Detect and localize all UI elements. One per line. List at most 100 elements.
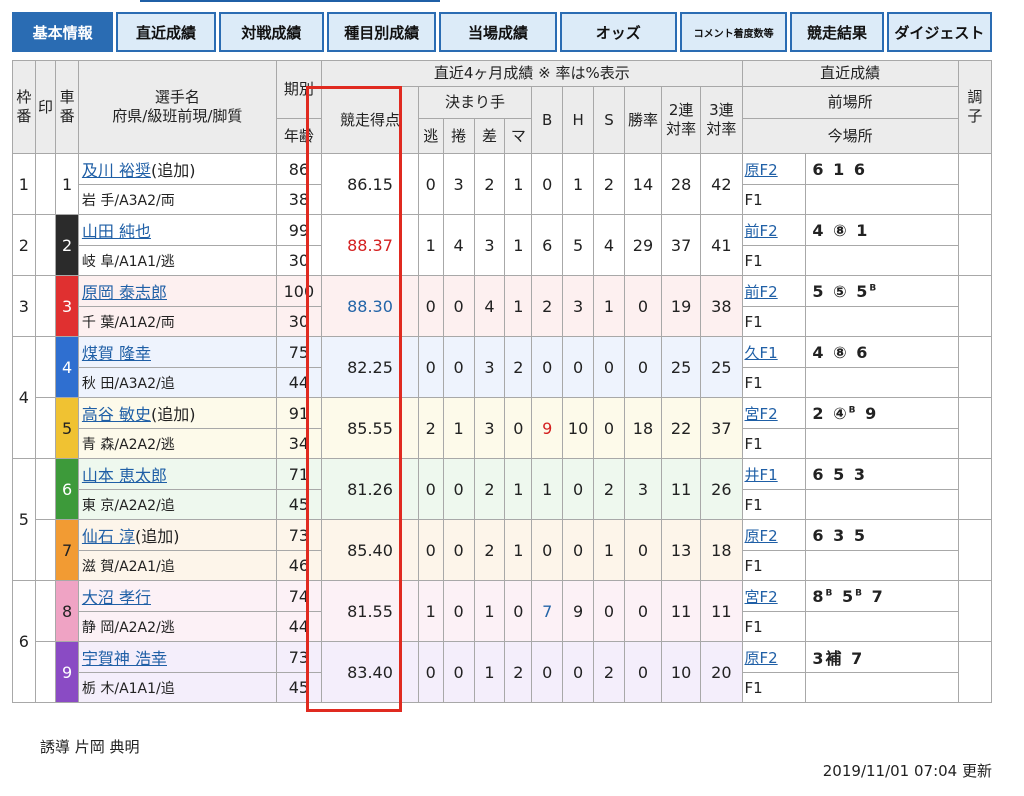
- header-kimarite: 決まり手: [417, 86, 533, 119]
- rider-name-link[interactable]: 及川 裕奨: [82, 161, 151, 180]
- score-cell: 86.15: [321, 153, 419, 215]
- rider-row-top: 9 宇賀神 浩幸 73 83.40 0 0 1 2 0 0 2 0 10 20 原F2 3補 7: [12, 641, 993, 703]
- prev-venue-link[interactable]: 原F2: [745, 527, 778, 545]
- condition-cell: [957, 214, 993, 276]
- rider-pref-cell: 青 森/A2A2/逃: [77, 428, 277, 459]
- score-cell: 88.37: [321, 214, 419, 276]
- prev-venue-link[interactable]: 久F1: [745, 344, 778, 362]
- rider-pref-cell: 滋 賀/A2A1/追: [77, 550, 277, 581]
- mark-cell[interactable]: [34, 214, 57, 276]
- b-cell: 1: [531, 458, 564, 520]
- frame-number: 2: [12, 214, 36, 276]
- mark-cell[interactable]: [34, 397, 57, 459]
- mark-cell[interactable]: [34, 336, 57, 398]
- tab-recent-results[interactable]: 直近成績: [116, 12, 216, 52]
- rider-row-top: 1 1 及川 裕奨(追加) 86 86.15 0 3 2 1 0 1 2 14 28 42 原F2 6 1 6: [12, 153, 993, 215]
- h-cell: 3: [562, 275, 595, 337]
- rider-name-link[interactable]: 山本 恵太郎: [82, 466, 167, 485]
- prev-venue-link[interactable]: 原F2: [745, 161, 778, 179]
- prev-results-cell: 2 ④B 9: [805, 397, 959, 429]
- header-age: 年齢: [275, 118, 323, 154]
- prev-venue-link[interactable]: 前F2: [745, 222, 778, 240]
- header-s: S: [593, 86, 625, 154]
- rider-name-link[interactable]: 山田 純也: [82, 222, 151, 241]
- rider-name-link[interactable]: 仙石 淳: [82, 527, 135, 546]
- ren2-rate-cell: 11: [661, 580, 702, 642]
- result-mark: ⑧: [833, 220, 849, 240]
- result-mark: 5: [856, 281, 870, 301]
- result-mark: 3: [853, 464, 867, 484]
- rider-name-link[interactable]: 大沼 孝行: [82, 588, 151, 607]
- tab-head-to-head[interactable]: 対戦成績: [218, 12, 325, 52]
- condition-cell: [957, 519, 993, 581]
- rider-pref-cell: 静 岡/A2A2/逃: [77, 611, 277, 642]
- mark-cell[interactable]: [34, 153, 57, 215]
- ren2-rate-cell: 37: [661, 214, 702, 276]
- tab-odds[interactable]: オッズ: [559, 12, 677, 52]
- term-cell: 75: [275, 336, 323, 368]
- curr-venue-cell: F1: [741, 489, 807, 520]
- term-cell: 71: [275, 458, 323, 490]
- prev-venue-link[interactable]: 原F2: [745, 649, 778, 667]
- rider-name-cell: 煤賀 隆幸: [77, 336, 277, 368]
- mark-cell[interactable]: [34, 458, 57, 520]
- age-cell: 30: [275, 245, 323, 276]
- prev-venue-cell: 原F2: [741, 641, 807, 673]
- header-k2: 捲: [442, 118, 475, 154]
- age-cell: 44: [275, 367, 323, 398]
- header-k4: マ: [504, 118, 533, 154]
- age-cell: 38: [275, 184, 323, 215]
- car-number: 2: [55, 214, 79, 276]
- prev-venue-link[interactable]: 宮F2: [745, 588, 778, 606]
- curr-venue-cell: F1: [741, 367, 807, 398]
- b-cell: 0: [531, 153, 564, 215]
- tab-basic-info[interactable]: 基本情報: [12, 12, 114, 52]
- tab-venue-results[interactable]: 当場成績: [439, 12, 557, 52]
- curr-results-cell: [805, 550, 959, 581]
- tab-event-results[interactable]: 種目別成績: [327, 12, 437, 52]
- rider-name-link[interactable]: 高谷 敏史: [82, 405, 151, 424]
- term-cell: 86: [275, 153, 323, 185]
- result-mark: ⑧: [833, 342, 849, 362]
- prev-venue-link[interactable]: 前F2: [745, 283, 778, 301]
- kimarite-cell: 0: [417, 458, 444, 520]
- rider-pref-cell: 東 京/A2A2/追: [77, 489, 277, 520]
- age-cell: 45: [275, 672, 323, 703]
- result-mark: 7: [851, 649, 865, 668]
- curr-venue-cell: F1: [741, 428, 807, 459]
- kimarite-cell: 0: [504, 397, 533, 459]
- b-cell: 2: [531, 275, 564, 337]
- tab-comments[interactable]: コメント着度数等: [679, 12, 788, 52]
- condition-cell: [957, 458, 993, 520]
- mark-cell[interactable]: [34, 519, 57, 581]
- result-mark: 2: [812, 403, 826, 423]
- mark-cell[interactable]: [34, 580, 57, 642]
- rider-tag: (追加): [151, 405, 196, 424]
- win-rate-cell: 0: [623, 580, 663, 642]
- rider-name-link[interactable]: 宇賀神 浩幸: [82, 649, 167, 668]
- win-rate-cell: 18: [623, 397, 663, 459]
- tab-race-result[interactable]: 競走結果: [790, 12, 884, 52]
- header-score: 競走得点: [321, 86, 419, 154]
- rider-name-link[interactable]: 煤賀 隆幸: [82, 344, 151, 363]
- prev-results-cell: 6 1 6: [805, 153, 959, 185]
- header-ren2: 2連 対率: [661, 86, 702, 154]
- rider-name-link[interactable]: 原岡 泰志郎: [82, 283, 167, 302]
- result-sup: B: [855, 588, 864, 599]
- score-cell: 81.26: [321, 458, 419, 520]
- tab-digest[interactable]: ダイジェスト: [886, 12, 993, 52]
- mark-cell[interactable]: [34, 275, 57, 337]
- s-cell: 2: [593, 641, 625, 703]
- rider-row-top: 7 仙石 淳(追加) 73 85.40 0 0 2 1 0 0 1 0 13 18 原F2 6 3 5: [12, 519, 993, 581]
- s-cell: 2: [593, 458, 625, 520]
- prev-venue-link[interactable]: 井F1: [745, 466, 778, 484]
- prev-venue-cell: 井F1: [741, 458, 807, 490]
- result-sup: B: [869, 283, 879, 294]
- rider-name-cell: 山田 純也: [77, 214, 277, 246]
- prev-venue-link[interactable]: 宮F2: [745, 405, 778, 423]
- frame-number: 1: [12, 153, 36, 215]
- term-cell: 91: [275, 397, 323, 429]
- curr-venue-cell: F1: [741, 672, 807, 703]
- mark-cell[interactable]: [34, 641, 57, 703]
- result-sup: B: [848, 405, 858, 416]
